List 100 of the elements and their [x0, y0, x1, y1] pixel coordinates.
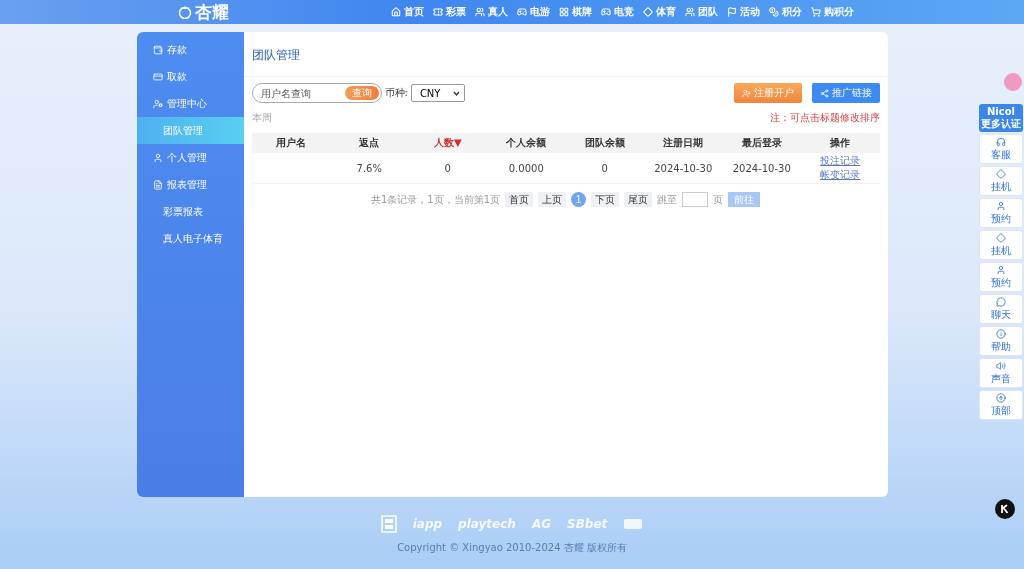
nav-icon: [517, 7, 527, 17]
copyright: Copyright © Xingyao 2010-2024 杏耀 版权所有: [397, 541, 627, 555]
partner-logo-icon: [623, 518, 644, 530]
sidebar-item[interactable]: 取款: [136, 63, 244, 90]
brand-name: 杏耀: [195, 0, 229, 24]
register-button[interactable]: 注册开户: [733, 83, 802, 103]
nav-item[interactable]: 棋牌: [559, 5, 592, 19]
partner-logo: SBbet: [567, 517, 608, 531]
currency-select[interactable]: CNY: [410, 84, 465, 102]
user-plus-icon: [741, 88, 751, 98]
page-button[interactable]: 上页: [538, 192, 567, 207]
logo-icon: [178, 5, 192, 19]
chat-icon: [996, 296, 1006, 307]
partner-logo: AG: [531, 517, 552, 531]
badge-title: Nicol: [987, 105, 1015, 117]
column-header[interactable]: 操作: [801, 133, 880, 153]
user-icon: [996, 200, 1006, 211]
nav-item[interactable]: 首页: [391, 5, 424, 19]
page-input[interactable]: [682, 192, 709, 207]
nav-item[interactable]: 积分: [769, 5, 802, 19]
column-header[interactable]: 个人余额: [487, 133, 566, 153]
share-icon: [819, 88, 829, 98]
sidebar-item[interactable]: 个人管理: [136, 144, 244, 171]
nav-item[interactable]: 体育: [643, 5, 676, 19]
sidebar-item[interactable]: 真人电子体育: [136, 225, 244, 252]
badge-subtitle: 更多认证: [981, 116, 1021, 131]
float-item[interactable]: 挂机: [979, 166, 1023, 196]
menu-icon: [152, 179, 163, 190]
page-button[interactable]: 下页: [591, 192, 620, 207]
page-title: 团队管理: [243, 32, 888, 77]
float-item[interactable]: 预约: [979, 198, 1023, 228]
float-item[interactable]: 预约: [979, 262, 1023, 292]
nav-item[interactable]: 真人: [475, 5, 508, 19]
table-cell: 7.6%: [330, 153, 409, 184]
nav-item[interactable]: 活动: [727, 5, 760, 19]
nav-icon: [685, 7, 695, 17]
page-button[interactable]: 尾页: [624, 192, 653, 207]
k-icon: [1000, 504, 1010, 514]
jump-label: 跳至: [657, 192, 678, 207]
column-header[interactable]: 返点: [330, 133, 409, 153]
table-cell: 0: [408, 153, 487, 184]
nav-item[interactable]: 电游: [517, 5, 550, 19]
sort-note: 注：可点击标题修改排序: [769, 111, 880, 125]
page-button[interactable]: 首页: [505, 192, 534, 207]
share-link-button[interactable]: 推广链接: [811, 83, 880, 103]
sidebar-item[interactable]: 存款: [136, 36, 244, 63]
column-header[interactable]: 最后登录: [722, 133, 801, 153]
float-item[interactable]: 声音: [979, 358, 1023, 388]
nav-icon: [391, 7, 401, 17]
record-link[interactable]: 帐变记录: [820, 169, 861, 180]
diamond-icon: [996, 232, 1006, 243]
table-cell: 2024-10-30: [722, 153, 801, 184]
partner-logo-icon: [380, 515, 397, 533]
page-unit: 页: [713, 192, 724, 207]
nav-icon: [601, 7, 611, 17]
sound-icon: [996, 360, 1006, 371]
menu-icon: [152, 71, 163, 82]
float-item[interactable]: 挂机: [979, 230, 1023, 260]
nav-item[interactable]: 电竞: [601, 5, 634, 19]
record-summary: 共1条记录，1页，当前第1页: [370, 192, 501, 207]
nav-icon: [769, 7, 779, 17]
nav-icon: [559, 7, 569, 17]
float-item[interactable]: 客服: [979, 134, 1023, 164]
diamond-icon: [996, 168, 1006, 179]
nav-icon: [433, 7, 443, 17]
partner-logo: playtech: [458, 517, 516, 531]
sidebar-item[interactable]: 管理中心: [136, 90, 244, 117]
column-header[interactable]: 人数▼: [408, 133, 487, 153]
period-label: 本周: [251, 111, 272, 125]
table-cell: 2024-10-30: [644, 153, 723, 184]
caret-icon: [452, 90, 460, 96]
column-header[interactable]: 注册日期: [644, 133, 723, 153]
nav-icon: [727, 7, 737, 17]
menu-icon: [152, 44, 163, 55]
search-button[interactable]: 查询: [344, 86, 379, 100]
column-header[interactable]: 团队余额: [565, 133, 644, 153]
currency-label: 币种:: [384, 86, 408, 100]
float-item[interactable]: 顶部: [979, 390, 1023, 420]
nav-item[interactable]: 彩票: [433, 5, 466, 19]
float-badge[interactable]: Nicol 更多认证: [979, 104, 1023, 132]
nav-icon: [643, 7, 653, 17]
column-header[interactable]: 用户名: [251, 133, 330, 153]
sidebar-item[interactable]: 报表管理: [136, 171, 244, 198]
info-icon: [996, 328, 1006, 339]
float-item[interactable]: 帮助: [979, 326, 1023, 356]
menu-icon: [152, 98, 163, 109]
table-cell: 0: [565, 153, 644, 184]
nav-icon: [811, 7, 821, 17]
page-button[interactable]: 1: [571, 192, 587, 207]
float-item[interactable]: 聊天: [979, 294, 1023, 324]
nav-item[interactable]: 团队: [685, 5, 718, 19]
sidebar-item[interactable]: 团队管理: [136, 117, 244, 144]
nav-item[interactable]: 购积分: [811, 5, 854, 19]
menu-icon: [152, 152, 163, 163]
record-link[interactable]: 投注记录: [820, 155, 861, 166]
partner-logo: iapp: [412, 517, 443, 531]
table-cell: 0.0000: [487, 153, 566, 184]
sidebar-item[interactable]: 彩票报表: [136, 198, 244, 225]
k-button[interactable]: [995, 499, 1015, 519]
user-icon: [996, 264, 1006, 275]
